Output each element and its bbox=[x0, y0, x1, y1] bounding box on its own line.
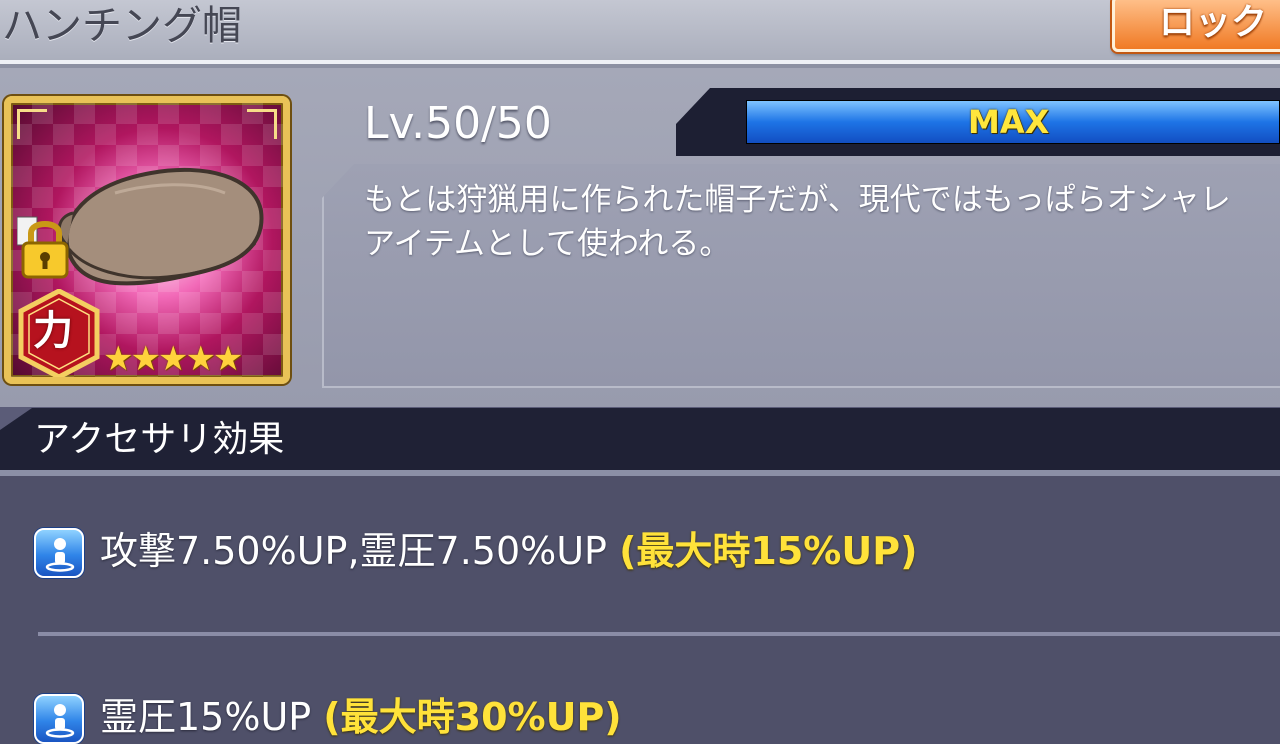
frame-corner-ornament bbox=[17, 109, 47, 139]
hunting-cap-icon bbox=[57, 167, 264, 286]
lock-icon bbox=[17, 216, 69, 279]
effect-divider bbox=[38, 632, 1280, 636]
item-name: ハンチング帽 bbox=[2, 3, 242, 49]
lock-button[interactable]: ロック bbox=[1112, 0, 1280, 52]
effect-text: 霊圧15%UP bbox=[100, 695, 324, 739]
section-title: アクセサリ効果 bbox=[34, 419, 285, 460]
exp-bar-label: MAX bbox=[968, 103, 1050, 141]
attribute-label: 力 bbox=[33, 308, 73, 354]
effect-max-text: (最大時15%UP) bbox=[619, 529, 918, 573]
rarity-stars: ★★★★★ bbox=[103, 339, 243, 379]
effect-text: 攻撃7.50%UP,霊圧7.50%UP bbox=[100, 529, 620, 573]
effect-max-text: (最大時30%UP) bbox=[323, 695, 622, 739]
effect-item: 霊圧15%UP (最大時30%UP) bbox=[100, 692, 622, 742]
item-level: Lv.50/50 bbox=[364, 98, 552, 149]
item-description: もとは狩猟用に作られた帽子だが、現代ではもっぱらオシャレアイテムとして使われる。 bbox=[364, 182, 1231, 262]
lock-button-label: ロック bbox=[1159, 2, 1268, 43]
frame-corner-ornament bbox=[247, 109, 277, 139]
item-icon[interactable]: 力 ★★★★★ bbox=[4, 96, 290, 384]
effect-item: 攻撃7.50%UP,霊圧7.50%UP (最大時15%UP) bbox=[100, 526, 917, 576]
effect-self-icon bbox=[34, 528, 84, 578]
effect-self-icon bbox=[34, 694, 84, 744]
